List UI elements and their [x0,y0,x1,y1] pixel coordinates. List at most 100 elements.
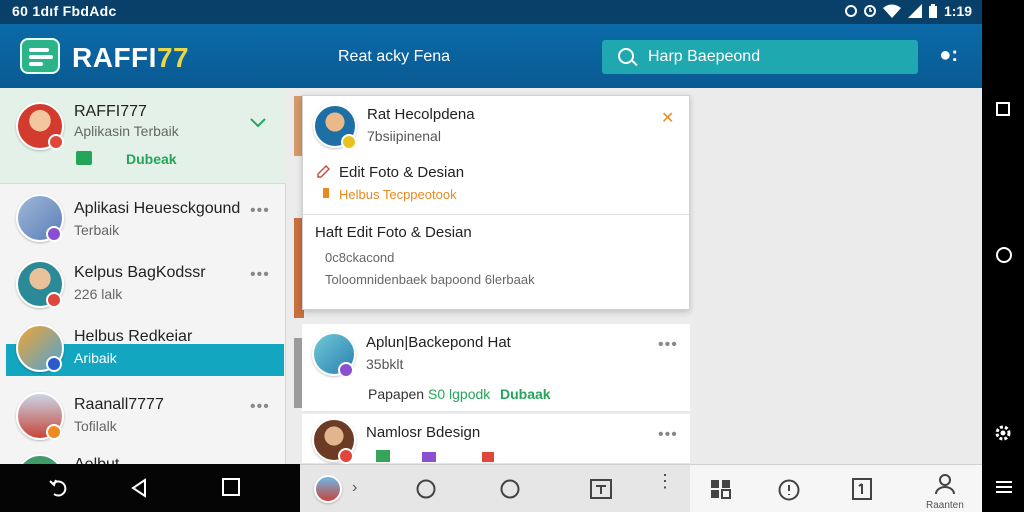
list-item[interactable]: Aelbut [0,450,286,464]
phone-screen: 60 1dıf FbdAdc 1:19 RAFFI77 Reat acky Fe… [0,0,982,512]
item-subtitle: Aplikasin Terbaik [74,123,179,139]
more-icon[interactable]: ••• [250,202,270,220]
item-name: Aelbut [74,456,119,464]
status-badge [341,134,357,150]
settings-icon[interactable] [994,424,1012,442]
square-icon[interactable] [996,102,1010,116]
tag-icon [422,452,436,462]
rotate-icon[interactable] [48,478,68,498]
system-nav-bar [0,464,300,512]
status-time: 1:19 [943,3,972,19]
item-name: RAFFI777 [74,103,147,120]
section-line: 0c8ckacond [325,250,395,265]
circle-icon[interactable] [416,479,436,499]
card-action[interactable]: Dubaak [500,386,551,402]
popup-menu: Rat Hecolpdena 7bsiipinenal ✕ Edit Foto … [302,95,690,310]
status-badge [338,448,354,464]
item-name: Raanall7777 [74,396,164,413]
brand-name: RAFFI77 [72,42,190,73]
search-input[interactable]: Harp Baepeond [648,48,760,66]
list-item[interactable]: Raanall7777 Tofilalk ••• [0,384,286,448]
item-subtitle: Aribaik [74,350,117,366]
profile-icon[interactable] [934,473,956,495]
green-tag-icon [76,151,92,165]
status-left-text: 60 1dıf FbdAdc [12,3,117,19]
tab-bar: Raanten [690,464,982,512]
item-subtitle: Tofilalk [74,418,117,434]
more-icon[interactable]: ••• [658,426,678,444]
profile-tab-label[interactable]: Raanten [926,500,964,511]
item-name: Kelpus BagKodssr [74,264,206,281]
back-icon[interactable] [130,478,148,498]
edit-icon[interactable] [315,164,331,180]
wifi-icon [882,4,901,18]
avatar [16,454,64,464]
card-title: Namlosr Bdesign [366,424,481,441]
section-line: Toloomnidenbaek bapoond 6lerbaak [325,272,535,287]
item-subtitle: Terbaik [74,222,120,238]
signal-icon [907,4,922,18]
recents-icon[interactable] [222,478,240,496]
content-card[interactable]: Namlosr Bdesign ••• [302,414,690,464]
more-icon[interactable]: ••• [250,266,270,284]
app-logo-icon[interactable] [20,38,60,74]
circle-icon[interactable] [500,479,520,499]
more-icon[interactable]: ••• [250,398,270,416]
status-badge [338,362,354,378]
close-icon[interactable]: ✕ [661,108,674,128]
card-meta-secondary: S0 lgpodk [428,386,491,402]
document-icon[interactable] [852,478,872,500]
bottom-navigation: › ⋮ Raanten [0,464,982,512]
tag-icon [376,450,390,462]
search-bar[interactable]: Harp Baepeond [602,40,918,74]
popup-title: Rat Hecolpdena [367,106,475,123]
content-card[interactable]: Aplun|Backepond Hat 35bklt ••• Papapen S… [302,324,690,412]
image-icon[interactable] [590,479,612,499]
chevron-right-icon[interactable]: › [352,479,357,497]
status-badge [46,226,62,242]
detail-pane [696,88,982,464]
toolbar: › ⋮ [300,464,690,512]
divider [303,214,689,215]
item-action-label[interactable]: Dubeak [126,151,177,167]
section-title[interactable]: Haft Edit Foto & Desian [315,224,472,241]
popup-subtitle: 7bsiipinenal [367,128,441,144]
status-icons: 1:19 [844,3,972,19]
list-item[interactable]: Kelpus BagKodssr 226 lalk ••• [0,250,286,314]
grid-icon[interactable] [710,479,732,499]
list-item-featured[interactable]: RAFFI777 Aplikasin Terbaik Dubeak [0,88,286,184]
list-item-selected[interactable]: Helbus Redkeiar Aribaik [0,316,286,378]
menu-icon[interactable] [996,480,1012,494]
app-bar: RAFFI77 Reat acky Fena Harp Baepeond ●: [0,24,982,88]
item-name: Helbus Redkeiar [74,328,193,345]
chevron-down-icon[interactable] [250,118,266,128]
list-item[interactable]: Aplikasi Heuesckgound Terbaik ••• [0,188,286,252]
info-icon[interactable] [778,479,800,501]
card-subtitle: 35bklt [366,356,404,372]
item-subtitle: 226 lalk [74,286,123,302]
clock-icon [863,5,876,17]
status-badge [46,356,62,372]
status-badge [48,134,64,150]
alarm-icon [844,5,857,17]
card-title: Aplun|Backepond Hat [366,334,511,351]
flame-icon [323,188,329,198]
status-bar: 60 1dıf FbdAdc 1:19 [0,0,982,24]
status-badge [46,292,62,308]
conversation-list: RAFFI777 Aplikasin Terbaik Dubeak Aplika… [0,88,286,464]
avatar[interactable] [314,475,342,503]
more-vert-icon[interactable]: ⋮ [656,472,674,490]
status-badge [46,424,62,440]
search-icon[interactable] [618,48,634,64]
menu-item-sub: Helbus Tecppeotook [339,187,457,202]
tag-icon [482,452,494,462]
menu-item-edit-foto[interactable]: Edit Foto & Desian [339,164,464,181]
overflow-menu-button[interactable]: ●: [939,44,958,67]
battery-icon [928,4,937,18]
more-icon[interactable]: ••• [658,336,678,354]
app-bar-title: Reat acky Fena [338,48,451,65]
item-name: Aplikasi Heuesckgound [74,200,241,217]
home-circle-icon[interactable] [996,247,1012,263]
side-system-bar [982,0,1024,512]
card-meta: Papapen [368,386,425,402]
